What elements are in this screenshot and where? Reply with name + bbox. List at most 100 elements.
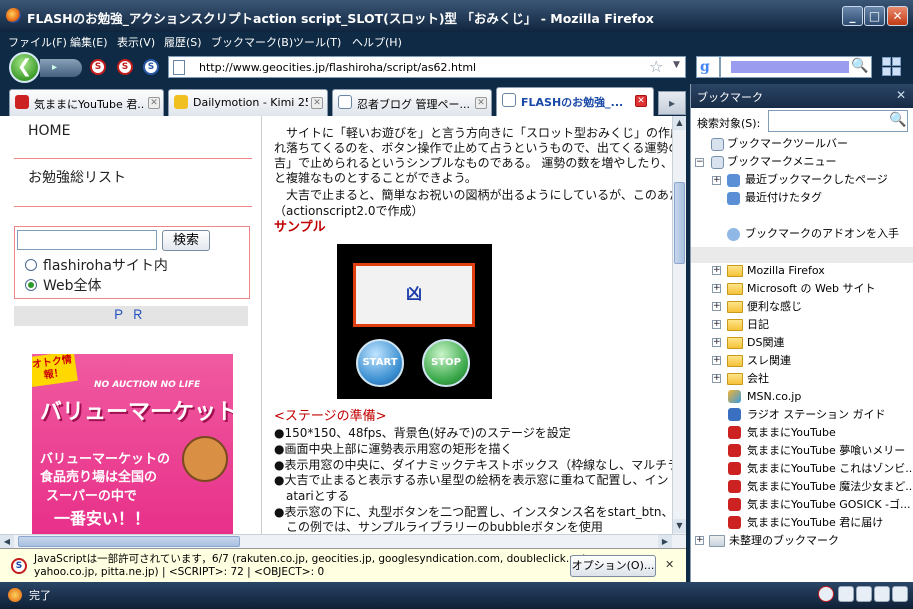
radio-circle-selected[interactable]: [25, 279, 37, 291]
status-addon-icon[interactable]: [892, 586, 908, 602]
horizontal-scrollbar[interactable]: ◀ ▶: [0, 534, 686, 548]
folder-ds[interactable]: DS関連: [747, 335, 784, 351]
folder-mozilla-firefox[interactable]: Mozilla Firefox: [747, 263, 825, 279]
scroll-down-icon[interactable]: ▼: [673, 519, 686, 533]
stop-button[interactable]: STOP: [422, 339, 470, 387]
expand-icon[interactable]: +: [712, 284, 721, 293]
maximize-button[interactable]: □: [864, 6, 885, 26]
folder-company[interactable]: 会社: [747, 371, 769, 387]
tab-close-icon[interactable]: ✕: [311, 97, 323, 109]
expand-icon[interactable]: +: [712, 338, 721, 347]
expand-icon[interactable]: +: [712, 374, 721, 383]
radio-site[interactable]: flashirohaサイト内: [25, 255, 168, 275]
folder-useful[interactable]: 便利な感じ: [747, 299, 802, 315]
back-button[interactable]: ❮: [9, 52, 40, 83]
dropdown-arrow-icon[interactable]: ▼: [673, 60, 680, 70]
vertical-scrollbar[interactable]: ▲ ▼: [672, 116, 686, 534]
forward-button[interactable]: ▸: [40, 59, 82, 77]
bookmark-youtube[interactable]: 気ままにYouTube 君に届け: [747, 515, 883, 531]
folder-threads[interactable]: スレ関連: [747, 353, 791, 369]
scroll-left-icon[interactable]: ◀: [0, 535, 14, 548]
sidebar-search-input[interactable]: 🔍: [768, 110, 908, 132]
unsorted-bookmarks[interactable]: 未整理のブックマーク: [729, 533, 839, 549]
status-addon-icon[interactable]: [838, 586, 854, 602]
start-button[interactable]: START: [356, 339, 404, 387]
expand-icon[interactable]: +: [712, 302, 721, 311]
magnifier-icon[interactable]: 🔍: [851, 58, 868, 74]
close-icon[interactable]: ✕: [665, 558, 674, 571]
collapse-icon[interactable]: −: [695, 158, 704, 167]
noscript-allow-icon[interactable]: S: [143, 59, 159, 75]
ad-brand: バリューマーケット: [40, 400, 233, 425]
noscript-icon[interactable]: S: [90, 59, 106, 75]
value-market-ad[interactable]: オトク情報！ NO AUCTION NO LIFE バリューマーケット バリュー…: [32, 354, 233, 534]
recent-tags-item[interactable]: 最近付けたタグ: [745, 190, 822, 206]
tab-youtube[interactable]: 気ままにYouTube 君... ✕: [9, 89, 164, 116]
minimize-button[interactable]: _: [842, 6, 863, 26]
expand-icon[interactable]: +: [712, 176, 721, 185]
bookmark-menu-item[interactable]: ブックマークメニュー: [727, 154, 837, 170]
get-addons-item[interactable]: ブックマークのアドオンを入手: [745, 226, 899, 242]
bookmark-youtube[interactable]: 気ままにYouTube 魔法少女まど...: [747, 479, 913, 495]
tile-windows-icon[interactable]: [880, 55, 904, 77]
folder-diary[interactable]: 日記: [747, 317, 769, 333]
bookmark-youtube[interactable]: 気ままにYouTube これはゾンビ...: [747, 461, 913, 477]
search-engine-button[interactable]: g: [696, 56, 720, 78]
web-search-input[interactable]: 🔍: [720, 56, 872, 78]
star-icon[interactable]: ☆: [649, 57, 663, 76]
bookmark-msn[interactable]: MSN.co.jp: [747, 389, 801, 405]
bookmark-youtube[interactable]: 気ままにYouTube 夢喰いメリー: [747, 443, 905, 459]
tab-close-icon[interactable]: ✕: [635, 95, 647, 107]
status-addon-icon[interactable]: [856, 586, 872, 602]
tab-close-icon[interactable]: ✕: [148, 97, 160, 109]
noscript-status-icon[interactable]: [818, 586, 834, 602]
scroll-up-icon[interactable]: ▲: [673, 116, 686, 130]
study-list-link[interactable]: お勉強総リスト: [28, 167, 126, 187]
magnifier-icon[interactable]: 🔍: [889, 112, 906, 128]
scroll-thumb[interactable]: [674, 182, 685, 264]
options-button[interactable]: オプション(O)...: [570, 555, 656, 577]
tab-dailymotion[interactable]: Dailymotion - Kimi 25 ... ✕: [168, 89, 328, 116]
bullet-text: ●表示用窓の中央に、ダイナミックテキストボックス（枠線なし、マルチライ: [274, 458, 672, 472]
sidebar-close-icon[interactable]: ✕: [896, 88, 906, 102]
bookmark-radio[interactable]: ラジオ ステーション ガイド: [747, 407, 886, 423]
home-link[interactable]: HOME: [28, 123, 70, 139]
smart-folder-icon: [727, 174, 740, 187]
close-button[interactable]: ✕: [887, 6, 908, 26]
menu-view[interactable]: 表示(V): [117, 34, 155, 50]
bookmark-youtube[interactable]: 気ままにYouTube GOSICK -ゴ...: [747, 497, 911, 513]
bookmark-youtube[interactable]: 気ままにYouTube: [747, 425, 836, 441]
expand-icon[interactable]: +: [712, 320, 721, 329]
bookmark-toolbar-item[interactable]: ブックマークツールバー: [727, 136, 848, 152]
folder-microsoft[interactable]: Microsoft の Web サイト: [747, 281, 876, 297]
address-bar[interactable]: http://www.geocities.jp/flashiroha/scrip…: [168, 56, 686, 78]
site-search-button[interactable]: 検索: [162, 230, 210, 251]
menu-bookmarks[interactable]: ブックマーク(B): [211, 34, 293, 50]
tab-flash-active[interactable]: FLASHのお勉強_... ✕: [496, 87, 654, 116]
recent-bookmarks-item[interactable]: 最近ブックマークしたページ: [745, 172, 888, 188]
noscript-icon: S: [11, 558, 27, 574]
menu-tools[interactable]: ツール(T): [293, 34, 341, 50]
site-search-input[interactable]: [17, 230, 157, 250]
menu-file[interactable]: ファイル(F): [8, 34, 67, 50]
expand-icon[interactable]: +: [695, 536, 704, 545]
expand-icon[interactable]: +: [712, 266, 721, 275]
radio-web[interactable]: Web全体: [25, 275, 102, 295]
tab-scroll-button[interactable]: ▸: [658, 91, 686, 115]
menu-edit[interactable]: 編集(E): [70, 34, 108, 50]
scroll-thumb[interactable]: [18, 536, 240, 547]
noscript-block-icon[interactable]: S: [117, 59, 133, 75]
radio-circle[interactable]: [25, 259, 37, 271]
tab-close-icon[interactable]: ✕: [475, 97, 487, 109]
flash-slot-demo[interactable]: 凶 START STOP: [337, 244, 492, 399]
status-addon-icon[interactable]: [874, 586, 890, 602]
url-text[interactable]: http://www.geocities.jp/flashiroha/scrip…: [199, 61, 476, 74]
scroll-right-icon[interactable]: ▶: [658, 535, 672, 548]
tab-ninja-blog[interactable]: 忍者ブログ 管理ペー... ✕: [332, 89, 492, 116]
expand-icon[interactable]: +: [712, 356, 721, 365]
menu-help[interactable]: ヘルプ(H): [352, 34, 402, 50]
notification-line: JavaScriptは一部許可されています，6/7 (rakuten.co.jp…: [34, 553, 590, 565]
tab-label: 忍者ブログ 管理ペー...: [357, 98, 470, 111]
menu-history[interactable]: 履歴(S): [164, 34, 202, 50]
menu-folder-icon: [711, 156, 724, 169]
